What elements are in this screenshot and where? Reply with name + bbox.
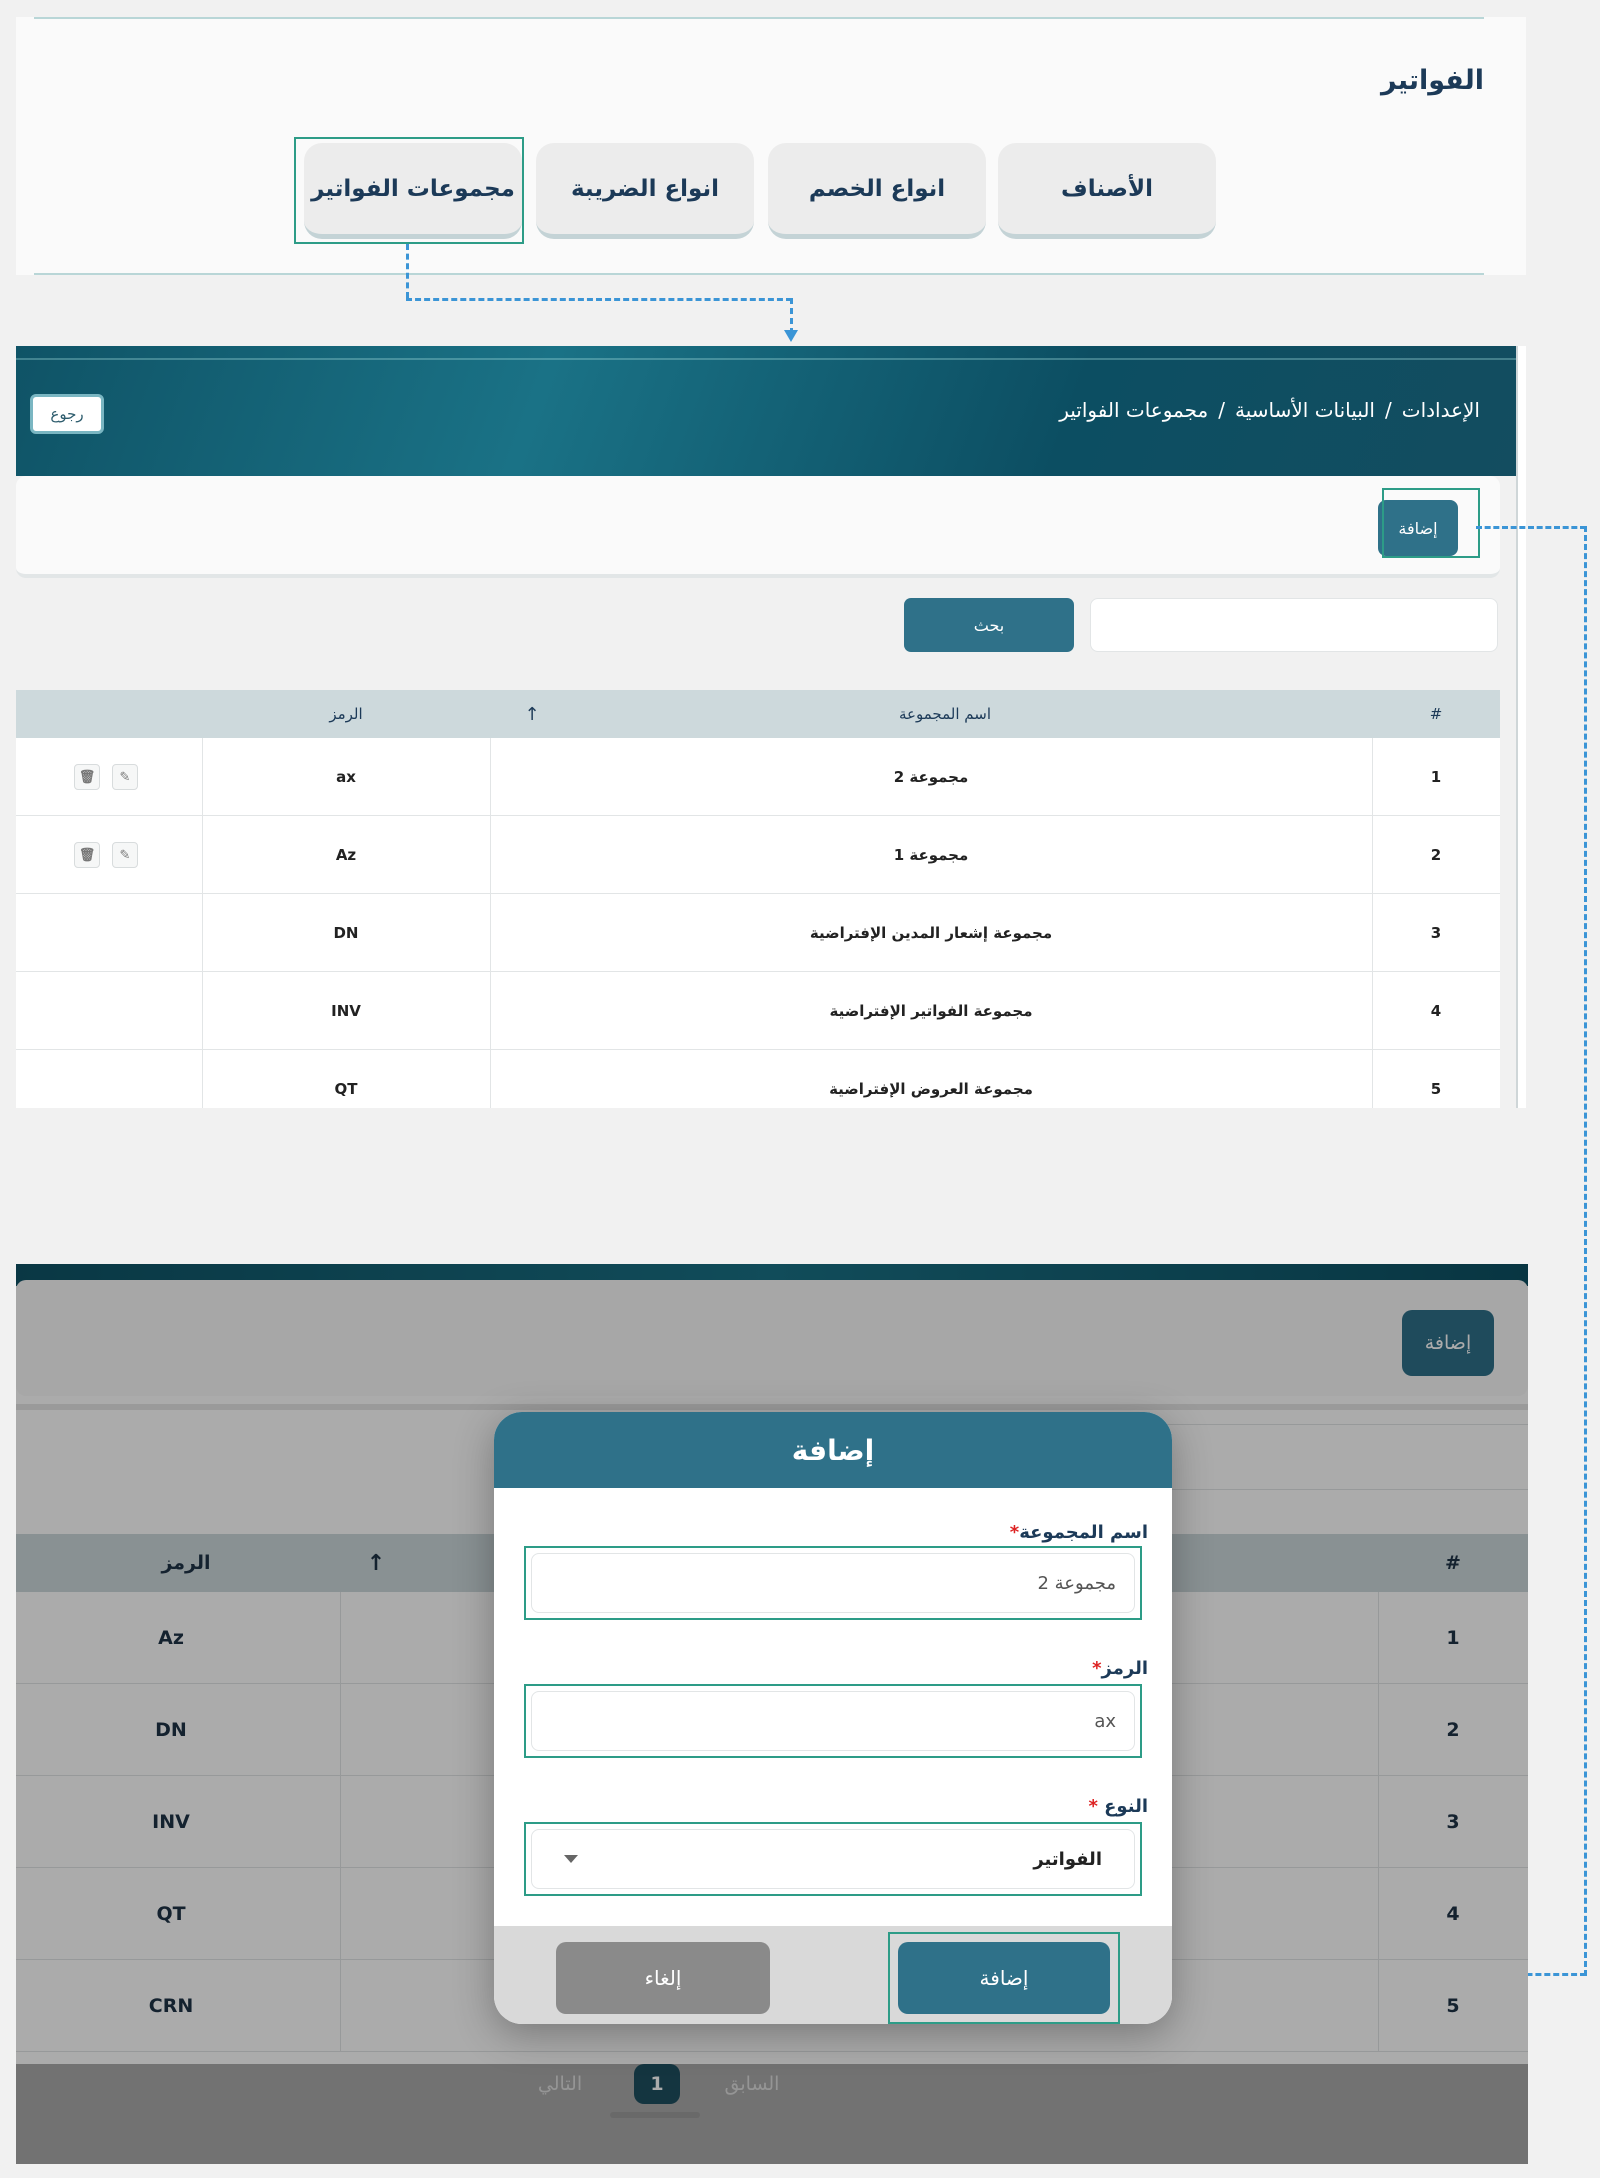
row-index: 2 <box>1430 845 1442 864</box>
group-name-field[interactable]: مجموعة 2 <box>524 1546 1142 1620</box>
breadcrumb-item[interactable]: البيانات الأساسية <box>1235 398 1375 422</box>
code-label: الرمز* <box>1092 1658 1148 1679</box>
prev-page-button[interactable]: السابق <box>706 2064 798 2104</box>
table-row: 3 مجموعة إشعار المدين الإفتراضية DN <box>16 894 1500 972</box>
row-index: 5 <box>1430 1079 1442 1098</box>
row-code: DN <box>333 923 359 942</box>
tab-discount-types[interactable]: انواع الخصم <box>768 143 986 239</box>
breadcrumb: الإعدادات / البيانات الأساسية / مجموعات … <box>1059 398 1480 422</box>
highlight-box <box>294 137 524 244</box>
row-code: QT <box>334 1079 358 1098</box>
delete-icon[interactable]: 🗑 <box>74 842 100 868</box>
page-title: الفواتير <box>1381 65 1484 96</box>
invoice-groups-page: الإعدادات / البيانات الأساسية / مجموعات … <box>16 346 1526 1108</box>
table-row: 2 مجموعة 1 Az ✎ 🗑 <box>16 816 1500 894</box>
breadcrumb-separator: / <box>1385 398 1392 422</box>
row-code: INV <box>331 1001 361 1020</box>
type-select-value: الفواتير <box>1033 1848 1102 1870</box>
row-group-name: مجموعة 1 <box>893 845 969 864</box>
code-field[interactable]: ax <box>524 1684 1142 1758</box>
search-input[interactable] <box>1090 598 1498 652</box>
search-button[interactable]: بحث <box>904 598 1074 652</box>
divider <box>34 17 1484 19</box>
row-group-name: مجموعة العروض الإفتراضية <box>829 1079 1033 1098</box>
row-index: 3 <box>1430 923 1442 942</box>
table-row: 1 مجموعة 2 ax ✎ 🗑 <box>16 738 1500 816</box>
modal-title: إضافة <box>494 1412 1172 1488</box>
delete-icon[interactable]: 🗑 <box>74 764 100 790</box>
row-code: ax <box>336 767 356 786</box>
highlight-box <box>1382 488 1480 558</box>
next-page-button[interactable]: التالي <box>514 2064 606 2104</box>
edit-icon[interactable]: ✎ <box>112 764 138 790</box>
header-banner: الإعدادات / البيانات الأساسية / مجموعات … <box>16 346 1516 476</box>
scrollbar[interactable] <box>1516 346 1526 1108</box>
group-name-label: اسم المجموعة* <box>1009 1522 1148 1543</box>
chevron-down-icon[interactable] <box>564 1855 578 1863</box>
back-button[interactable]: رجوع <box>30 394 104 434</box>
highlight-box <box>888 1932 1120 2024</box>
table-row: 4 مجموعة الفواتير الإفتراضية INV <box>16 972 1500 1050</box>
page-number-button[interactable]: 1 <box>634 2064 680 2104</box>
breadcrumb-separator: / <box>1218 398 1225 422</box>
type-label: النوع * <box>1088 1796 1148 1817</box>
row-group-name: مجموعة إشعار المدين الإفتراضية <box>809 923 1053 942</box>
tab-categories[interactable]: الأصناف <box>998 143 1216 239</box>
code-input[interactable]: ax <box>531 1691 1135 1751</box>
type-select-field[interactable]: الفواتير <box>524 1822 1142 1896</box>
arrow-down-icon <box>784 330 798 342</box>
groups-table: # اسم المجموعة ↑ الرمز 1 مجموعة 2 ax ✎ 🗑 2 مجم… <box>16 690 1500 1108</box>
breadcrumb-item: مجموعات الفواتير <box>1059 398 1209 422</box>
tab-tax-types[interactable]: انواع الضريبة <box>536 143 754 239</box>
col-code-header: الرمز <box>329 705 363 723</box>
scroll-indicator <box>610 2112 700 2118</box>
row-code: Az <box>335 845 357 864</box>
table-body: 1 مجموعة 2 ax ✎ 🗑 2 مجموعة 1 Az ✎ 🗑 3 مجموعة إشعار … <box>16 738 1500 1108</box>
connector-line <box>406 298 792 301</box>
table-row: 5 مجموعة العروض الإفتراضية QT <box>16 1050 1500 1108</box>
col-name-header[interactable]: اسم المجموعة <box>490 690 1400 738</box>
type-select[interactable]: الفواتير <box>531 1829 1135 1889</box>
row-group-name: مجموعة الفواتير الإفتراضية <box>829 1001 1033 1020</box>
row-group-name: مجموعة 2 <box>893 767 969 786</box>
add-group-modal: إضافة اسم المجموعة* مجموعة 2 الرمز* ax ا… <box>494 1412 1172 2024</box>
row-index: 4 <box>1430 1001 1442 1020</box>
cancel-button[interactable]: إلغاء <box>556 1942 770 2014</box>
divider <box>34 273 1484 275</box>
connector-line <box>1584 526 1587 1976</box>
table-header: # اسم المجموعة ↑ الرمز <box>16 690 1500 738</box>
connector-line <box>406 244 409 298</box>
breadcrumb-item[interactable]: الإعدادات <box>1402 398 1480 422</box>
row-index: 1 <box>1430 767 1442 786</box>
invoices-settings-panel: الفواتير الأصناف انواع الخصم انواع الضري… <box>16 17 1526 275</box>
sort-arrow-icon[interactable]: ↑ <box>490 690 574 738</box>
toolbar-card: إضافة <box>16 476 1500 578</box>
edit-icon[interactable]: ✎ <box>112 842 138 868</box>
pagination: السابق 1 التالي <box>16 2064 1528 2164</box>
group-name-input[interactable]: مجموعة 2 <box>531 1553 1135 1613</box>
connector-line <box>790 298 793 334</box>
connector-line <box>1476 526 1586 529</box>
